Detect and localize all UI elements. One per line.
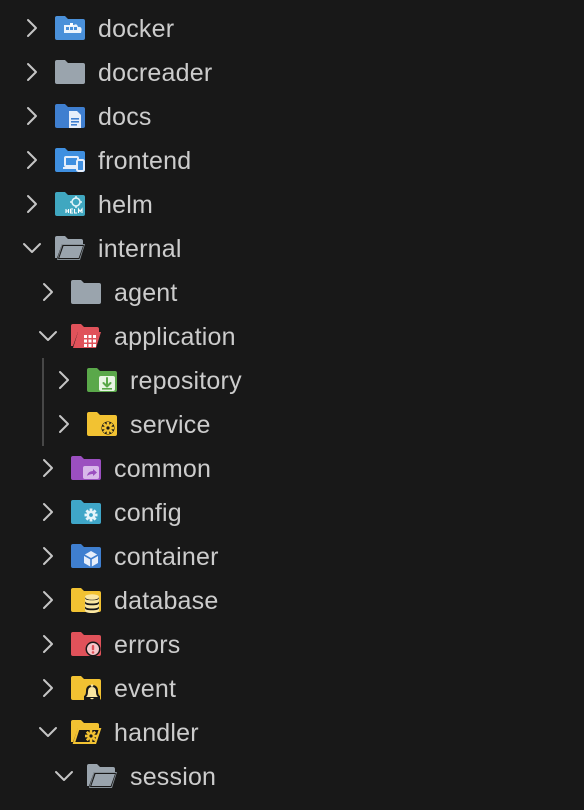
helm-folder-icon: [54, 190, 86, 218]
container-folder-icon: [70, 542, 102, 570]
file-explorer-tree: docker docreader docs frontend helm inte…: [0, 0, 584, 810]
chevron-down-icon[interactable]: [37, 325, 59, 347]
tree-item-docker[interactable]: docker: [0, 6, 584, 50]
tree-item-docreader[interactable]: docreader: [0, 50, 584, 94]
tree-item-label: docreader: [98, 59, 213, 87]
chevron-down-icon[interactable]: [21, 237, 43, 259]
folder-icon: [54, 58, 86, 86]
tree-item-event[interactable]: event: [0, 666, 584, 710]
tree-item-common[interactable]: common: [0, 446, 584, 490]
chevron-right-icon[interactable]: [37, 677, 59, 699]
chevron-right-icon[interactable]: [53, 413, 75, 435]
tree-item-label: agent: [114, 279, 178, 307]
chevron-right-icon[interactable]: [21, 17, 43, 39]
tree-item-helm[interactable]: helm: [0, 182, 584, 226]
repository-folder-icon: [86, 366, 118, 394]
tree-item-label: docs: [98, 103, 152, 131]
chevron-right-icon[interactable]: [53, 369, 75, 391]
tree-item-internal[interactable]: internal: [0, 226, 584, 270]
tree-item-repository[interactable]: repository: [0, 358, 584, 402]
chevron-right-icon[interactable]: [21, 105, 43, 127]
chevron-right-icon[interactable]: [37, 501, 59, 523]
chevron-down-icon[interactable]: [37, 721, 59, 743]
errors-folder-icon: [70, 630, 102, 658]
chevron-down-icon[interactable]: [53, 765, 75, 787]
chevron-right-icon[interactable]: [21, 61, 43, 83]
event-folder-icon: [70, 674, 102, 702]
service-folder-icon: [86, 410, 118, 438]
tree-item-label: helm: [98, 191, 153, 219]
frontend-folder-icon: [54, 146, 86, 174]
tree-item-label: docker: [98, 15, 175, 43]
docs-folder-icon: [54, 102, 86, 130]
folder-icon: [70, 278, 102, 306]
chevron-right-icon[interactable]: [37, 281, 59, 303]
chevron-right-icon[interactable]: [37, 589, 59, 611]
tree-item-session[interactable]: session: [0, 754, 584, 798]
tree-item-agent[interactable]: agent: [0, 270, 584, 314]
tree-item-label: errors: [114, 631, 181, 659]
tree-item-docs[interactable]: docs: [0, 94, 584, 138]
tree-item-label: internal: [98, 235, 182, 263]
tree-item-label: handler: [114, 719, 199, 747]
handler-folder-open-icon: [70, 718, 102, 746]
tree-item-application[interactable]: application: [0, 314, 584, 358]
config-folder-icon: [70, 498, 102, 526]
folder-open-icon: [86, 762, 118, 790]
tree-item-config[interactable]: config: [0, 490, 584, 534]
tree-item-handler[interactable]: handler: [0, 710, 584, 754]
chevron-right-icon[interactable]: [37, 545, 59, 567]
chevron-right-icon[interactable]: [21, 149, 43, 171]
chevron-right-icon[interactable]: [21, 193, 43, 215]
tree-item-label: container: [114, 543, 219, 571]
tree-item-label: database: [114, 587, 219, 615]
tree-item-database[interactable]: database: [0, 578, 584, 622]
tree-item-label: event: [114, 675, 177, 703]
tree-item-errors[interactable]: errors: [0, 622, 584, 666]
docker-folder-icon: [54, 14, 86, 42]
chevron-right-icon[interactable]: [37, 457, 59, 479]
application-folder-icon: [70, 322, 102, 350]
tree-item-label: frontend: [98, 147, 192, 175]
common-folder-icon: [70, 454, 102, 482]
tree-item-container[interactable]: container: [0, 534, 584, 578]
tree-item-label: session: [130, 763, 217, 791]
tree-item-label: repository: [130, 367, 242, 395]
folder-open-icon: [54, 234, 86, 262]
tree-item-frontend[interactable]: frontend: [0, 138, 584, 182]
tree-item-label: application: [114, 323, 236, 351]
tree-item-service[interactable]: service: [0, 402, 584, 446]
database-folder-icon: [70, 586, 102, 614]
chevron-right-icon[interactable]: [37, 633, 59, 655]
tree-item-label: config: [114, 499, 182, 527]
tree-item-label: service: [130, 411, 211, 439]
tree-item-label: common: [114, 455, 212, 483]
